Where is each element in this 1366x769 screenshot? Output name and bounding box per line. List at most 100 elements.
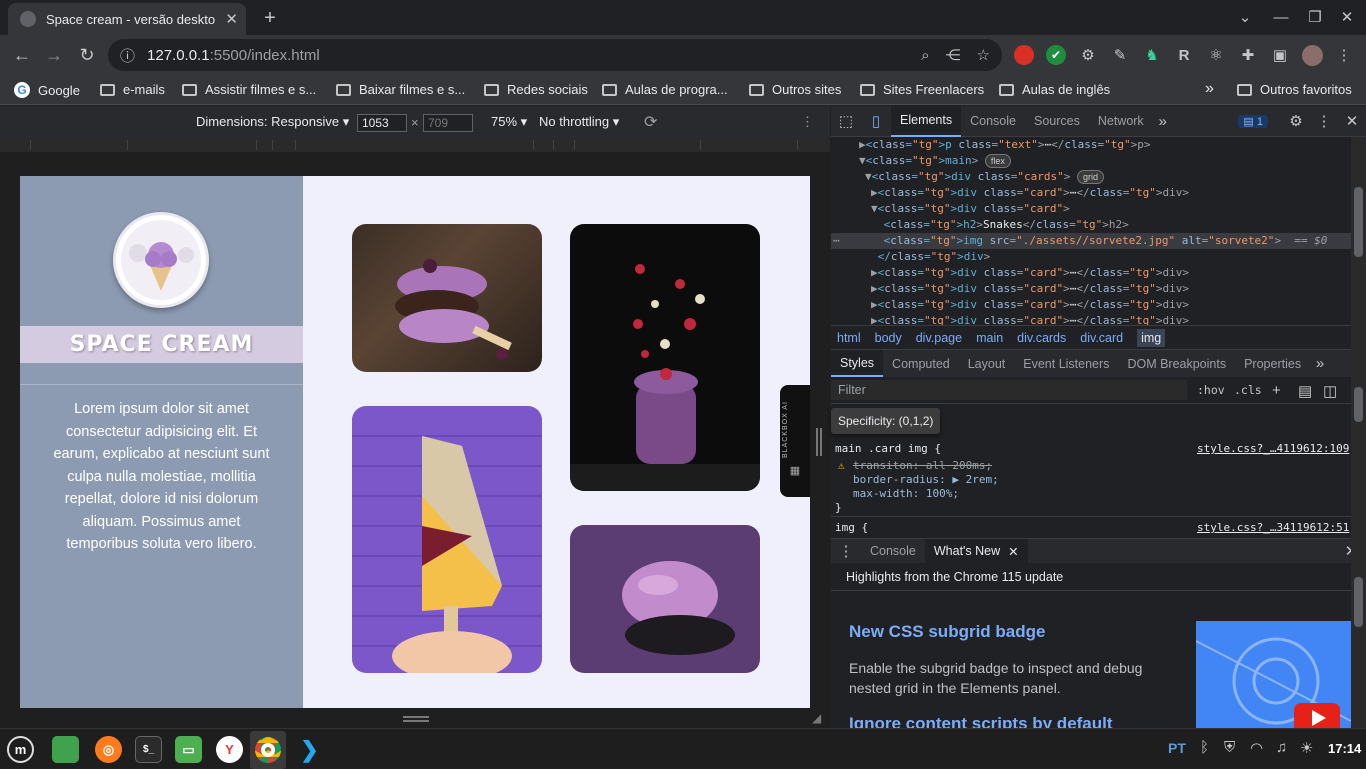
width-input[interactable]: 1053: [357, 114, 407, 132]
firefox-icon[interactable]: ◎: [95, 736, 122, 763]
node-actions-icon[interactable]: ⋯: [833, 233, 840, 249]
crumb-div-cards[interactable]: div.cards: [1017, 331, 1066, 345]
card-image[interactable]: [352, 406, 542, 673]
layout-badge[interactable]: grid: [1076, 170, 1104, 184]
minimize-icon[interactable]: —: [1272, 8, 1290, 26]
bookmark-folder[interactable]: e-mails: [100, 82, 165, 97]
tab-console[interactable]: Console: [961, 106, 1025, 137]
side-panel-icon[interactable]: ▣: [1270, 45, 1290, 65]
close-tab-icon[interactable]: ✕: [225, 10, 238, 28]
new-rule-icon[interactable]: +: [1272, 382, 1281, 399]
dom-node-line[interactable]: ▶<class="tg">div class="card">⋯</class="…: [831, 297, 1351, 313]
bookmark-folder[interactable]: Aulas de progra...: [602, 82, 728, 97]
card-image[interactable]: [352, 224, 542, 372]
whats-new-video-thumbnail[interactable]: [1196, 621, 1351, 728]
whats-new-scroll-thumb[interactable]: [1354, 577, 1363, 627]
keyboard-layout-indicator[interactable]: PT: [1168, 740, 1186, 756]
update-shield-icon[interactable]: ⛨: [1224, 739, 1235, 756]
crumb-main[interactable]: main: [976, 331, 1003, 345]
dom-node-line[interactable]: ▼<class="tg">div class="card">: [831, 201, 1351, 217]
dom-node-line[interactable]: <class="tg">h2>Snakes</class="tg">h2>: [831, 217, 1351, 233]
viewport-corner-resize-icon[interactable]: ◢: [812, 711, 821, 725]
bookmark-folder[interactable]: Aulas de inglês: [999, 82, 1110, 97]
more-bookmarks-icon[interactable]: »: [1205, 80, 1214, 98]
extensions-puzzle-icon[interactable]: ✚: [1238, 45, 1258, 65]
issues-badge[interactable]: ▤ 1: [1238, 114, 1268, 128]
css-declaration[interactable]: border-radius: ▶ 2rem;: [853, 473, 999, 486]
rule-source-link[interactable]: style.css?_…4119612:109: [1197, 442, 1349, 455]
panel-resize-handle[interactable]: [816, 428, 822, 456]
device-options-icon[interactable]: ⋮: [801, 114, 814, 130]
tab-properties[interactable]: Properties: [1235, 350, 1310, 377]
styles-filter-input[interactable]: Filter: [831, 380, 1187, 400]
rule-selector[interactable]: main .card img {: [835, 442, 941, 455]
more-style-tabs-icon[interactable]: »: [1310, 355, 1330, 372]
card-image[interactable]: [570, 224, 760, 491]
height-input[interactable]: 709: [423, 114, 473, 132]
crumb-div-page[interactable]: div.page: [916, 331, 962, 345]
tab-dom-breakpoints[interactable]: DOM Breakpoints: [1118, 350, 1235, 377]
device-toggle-icon[interactable]: ▯: [861, 112, 891, 130]
tab-sources[interactable]: Sources: [1025, 106, 1089, 137]
bluetooth-icon[interactable]: ᛒ: [1200, 739, 1209, 756]
crumb-body[interactable]: body: [875, 331, 902, 345]
bookmark-folder[interactable]: Outros sites: [749, 82, 841, 97]
drawer-tab-console[interactable]: Console: [861, 539, 925, 564]
tab-event-listeners[interactable]: Event Listeners: [1014, 350, 1118, 377]
devtools-scrollbar[interactable]: [1351, 137, 1366, 728]
bookmark-folder[interactable]: Assistir filmes e s...: [182, 82, 316, 97]
whats-new-title-link[interactable]: New CSS subgrid badge: [849, 622, 1045, 642]
close-drawer-tab-icon[interactable]: ✕: [1008, 544, 1018, 559]
extension-r-icon[interactable]: R: [1174, 45, 1194, 65]
css-declaration[interactable]: max-width: 100%;: [853, 487, 959, 500]
hov-toggle[interactable]: :hov: [1197, 383, 1225, 397]
media-query-ruler[interactable]: [0, 138, 830, 152]
dom-node-line[interactable]: ▶<class="tg">div class="card">⋯</class="…: [831, 281, 1351, 297]
element-state-icon[interactable]: ▤: [1298, 382, 1312, 400]
back-icon[interactable]: ←: [12, 45, 32, 65]
profile-avatar[interactable]: [1302, 45, 1323, 66]
viewport-resize-bottom-handle[interactable]: [403, 716, 429, 722]
dom-node-line[interactable]: ▶<class="tg">div class="card">⋯</class="…: [831, 185, 1351, 201]
eyedropper-icon[interactable]: ✎: [1110, 45, 1130, 65]
inspect-element-icon[interactable]: ⬚: [831, 112, 861, 130]
crumb-html[interactable]: html: [837, 331, 861, 345]
extension-dino-icon[interactable]: ♞: [1142, 45, 1162, 65]
vscode-icon[interactable]: ❯: [296, 736, 323, 763]
card-image[interactable]: [570, 525, 760, 673]
tab-search-icon[interactable]: ⌄: [1236, 8, 1254, 26]
settings-gear-icon[interactable]: ⚙: [1282, 112, 1310, 130]
dom-node-line[interactable]: ▶<class="tg">div class="card">⋯</class="…: [831, 265, 1351, 281]
computed-sidebar-icon[interactable]: ◫: [1323, 382, 1337, 400]
tab-elements[interactable]: Elements: [891, 105, 962, 137]
dom-node-line[interactable]: ▼<class="tg">main> flex: [831, 153, 1351, 169]
chrome-taskbar-button[interactable]: [250, 731, 286, 769]
bookmark-folder[interactable]: Baixar filmes e s...: [336, 82, 465, 97]
throttle-select[interactable]: No throttling ▾: [539, 114, 619, 130]
bookmark-star-icon[interactable]: ☆: [977, 46, 990, 64]
tab-computed[interactable]: Computed: [883, 350, 959, 377]
drawer-menu-icon[interactable]: ⋮: [831, 542, 861, 560]
bookmark-google[interactable]: G Google: [14, 82, 80, 98]
crumb-img[interactable]: img: [1137, 328, 1166, 347]
dom-node-line[interactable]: <class="tg">img src="./assets//sorvete2.…: [831, 233, 1351, 249]
address-bar[interactable]: ⓘ 127.0.0.1:5500/index.html ⌕ ⋲ ☆: [108, 39, 1002, 71]
cls-toggle[interactable]: .cls: [1234, 383, 1262, 397]
zoom-icon[interactable]: ⌕: [921, 47, 929, 64]
devtools-menu-icon[interactable]: ⋮: [1310, 112, 1338, 130]
bookmark-folder[interactable]: Sites Freenlacers: [860, 82, 984, 97]
crumb-div-card[interactable]: div.card: [1080, 331, 1123, 345]
bookmark-folder[interactable]: Redes sociais: [484, 82, 588, 97]
mint-menu-icon[interactable]: m: [7, 736, 34, 763]
site-info-icon[interactable]: ⓘ: [120, 45, 135, 66]
other-bookmarks[interactable]: Outros favoritos: [1237, 82, 1352, 97]
reload-icon[interactable]: ↻: [77, 45, 97, 65]
dom-node-line[interactable]: </class="tg">div>: [831, 249, 1351, 265]
extension-check-icon[interactable]: ✔: [1046, 45, 1066, 65]
dimensions-select[interactable]: Dimensions: Responsive ▾: [196, 114, 349, 130]
wifi-icon[interactable]: ◠: [1250, 739, 1263, 757]
tab-network[interactable]: Network: [1089, 106, 1153, 137]
whats-new-next-link[interactable]: Ignore content scripts by default: [849, 714, 1113, 728]
styles-scroll-thumb[interactable]: [1354, 387, 1363, 422]
rotate-icon[interactable]: ⟳: [644, 112, 657, 132]
